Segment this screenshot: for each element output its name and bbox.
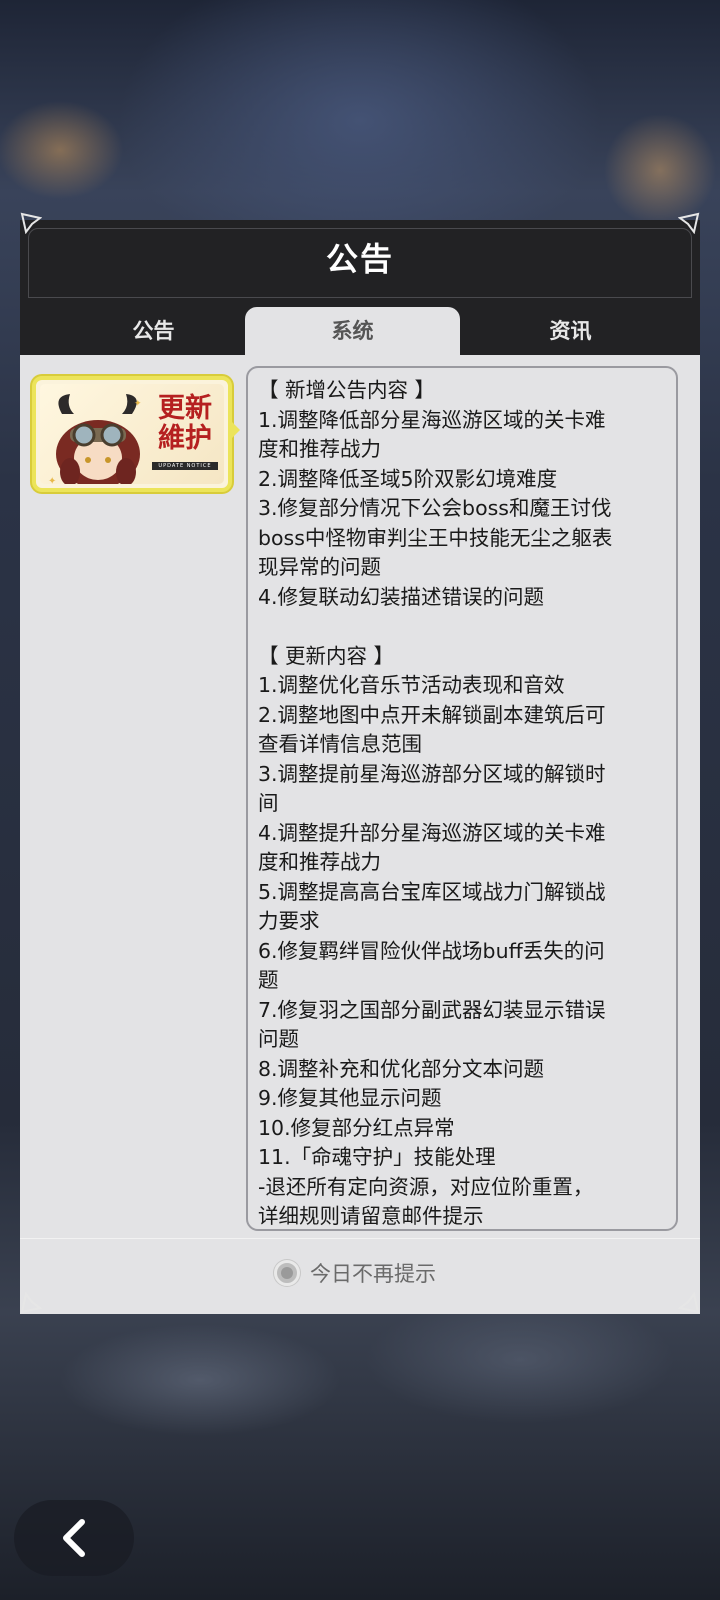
content-line: 3.调整提前星海巡游部分区域的解锁时 bbox=[258, 761, 606, 786]
tab-announcement[interactable]: 公告 bbox=[46, 307, 261, 355]
selected-pointer bbox=[230, 420, 240, 440]
content-line: boss中怪物审判尘王中技能无尘之躯表 bbox=[258, 525, 613, 550]
content-line: 度和推荐战力 bbox=[258, 850, 381, 874]
content-line: 7.修复羽之国部分副武器幻装显示错误 bbox=[258, 997, 606, 1022]
content-line: 5.调整提高高台宝库区域战力门解锁战 bbox=[258, 879, 606, 904]
content-line: 间 bbox=[258, 791, 279, 815]
dialog-header: 公告 公告 系统 资讯 bbox=[20, 220, 700, 355]
content-line: 8.调整补充和优化部分文本问题 bbox=[258, 1056, 545, 1081]
tab-news[interactable]: 资讯 bbox=[463, 307, 678, 355]
corner-ornament-icon bbox=[20, 1291, 43, 1314]
banner-title: 更新 維护 bbox=[140, 394, 224, 454]
content-line: 6.修复羁绊冒险伙伴战场buff丢失的问 bbox=[258, 938, 605, 963]
content-line: 2.调整降低圣域5阶双影幻境难度 bbox=[258, 466, 558, 491]
content-line: 问题 bbox=[258, 1027, 299, 1051]
chevron-left-icon bbox=[63, 1519, 85, 1557]
content-line bbox=[258, 612, 666, 642]
content-line: 11.「命魂守护」技能处理 bbox=[258, 1145, 496, 1169]
content-line: 9.修复其他显示问题 bbox=[258, 1086, 442, 1110]
announcement-content[interactable]: 【 新增公告内容 】 1.调整降低部分星海巡游区域的关卡难 度和推荐战力 2.调整降低… bbox=[246, 366, 678, 1231]
content-line: 1.调整优化音乐节活动表现和音效 bbox=[258, 673, 565, 697]
banner-title-line2: 維护 bbox=[158, 423, 212, 454]
dialog-footer: 今日不再提示 bbox=[20, 1238, 700, 1314]
dialog-title: 公告 bbox=[325, 240, 394, 278]
banner-title-line1: 更新 bbox=[158, 393, 212, 424]
back-button[interactable] bbox=[14, 1500, 134, 1576]
content-line: 查看详情信息范围 bbox=[258, 732, 422, 756]
content-lines: 【 新增公告内容 】 1.调整降低部分星海巡游区域的关卡难 度和推荐战力 2.调整降低… bbox=[258, 376, 666, 1232]
svg-text:✦: ✦ bbox=[48, 476, 56, 484]
content-line: 【 更新内容 】 bbox=[258, 643, 395, 668]
radio-unchecked-icon[interactable] bbox=[274, 1260, 300, 1286]
content-line: -退还所有定向资源，对应位阶重置， bbox=[258, 1174, 594, 1199]
corner-ornament-icon bbox=[677, 1291, 700, 1314]
announcement-list-item-update[interactable]: ✦ ✦ 更新 維护 UPDATE NOTICE bbox=[32, 376, 232, 492]
dont-show-today-label[interactable]: 今日不再提示 bbox=[310, 1259, 436, 1289]
content-line: 力要求 bbox=[258, 909, 320, 933]
content-line: 10.修复部分红点异常 bbox=[258, 1115, 455, 1140]
announcement-dialog: 公告 公告 系统 资讯 ✦ ✦ 更新 維护 UPDATE NOTICE 【 新增… bbox=[20, 220, 700, 1314]
content-line: 现异常的问题 bbox=[258, 555, 381, 579]
content-line: 3.修复部分情况下公会boss和魔王讨伐 bbox=[258, 496, 612, 520]
content-line: 1.调整降低部分星海巡游区域的关卡难 bbox=[258, 407, 606, 432]
content-line: 题 bbox=[258, 968, 279, 992]
corner-ornament-icon bbox=[677, 212, 700, 235]
banner-subtitle: UPDATE NOTICE bbox=[152, 462, 218, 470]
content-line: 2.调整地图中点开未解锁副本建筑后可 bbox=[258, 702, 606, 727]
content-line: 详细规则请留意邮件提示 bbox=[258, 1204, 484, 1228]
tab-system[interactable]: 系统 bbox=[245, 307, 460, 355]
corner-ornament-icon bbox=[20, 212, 43, 235]
content-line: 4.修复联动幻装描述错误的问题 bbox=[258, 584, 545, 609]
content-line: 【 新增公告内容 】 bbox=[258, 378, 436, 402]
content-line: 度和推荐战力 bbox=[258, 437, 381, 461]
update-banner-image: ✦ ✦ 更新 維护 UPDATE NOTICE bbox=[40, 384, 224, 484]
content-line: 4.调整提升部分星海巡游区域的关卡难 bbox=[258, 820, 606, 845]
